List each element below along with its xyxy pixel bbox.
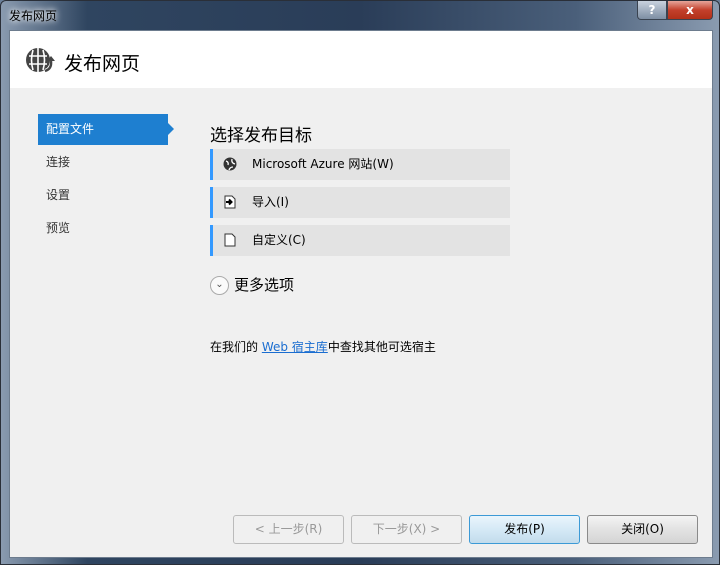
publish-button[interactable]: 发布(P) [469, 515, 580, 544]
dialog-window: 发布网页 ? x 发布网页 配置文件 连接 设置 预览 选择发布目标 Micro… [0, 0, 720, 565]
find-hosts-text: 在我们的 Web 宿主库中查找其他可选宿主 [210, 338, 436, 355]
more-options-toggle[interactable]: ⌄ 更多选项 [210, 275, 294, 295]
document-icon [224, 233, 236, 247]
header-title: 发布网页 [64, 53, 141, 75]
option-label: 导入(I) [252, 195, 289, 209]
web-hosting-gallery-link[interactable]: Web 宿主库 [262, 340, 328, 354]
import-icon [224, 195, 236, 209]
sidebar-item-connection[interactable]: 连接 [38, 147, 168, 178]
option-custom[interactable]: 自定义(C) [210, 225, 510, 256]
previous-button[interactable]: < 上一步(R) [233, 515, 344, 544]
section-heading: 选择发布目标 [210, 126, 312, 146]
option-import[interactable]: 导入(I) [210, 187, 510, 218]
help-button[interactable]: ? [637, 1, 667, 20]
sidebar-item-settings[interactable]: 设置 [38, 180, 168, 211]
find-prefix: 在我们的 [210, 340, 262, 354]
more-options-label: 更多选项 [234, 276, 295, 294]
next-button[interactable]: 下一步(X) > [351, 515, 462, 544]
close-button[interactable]: 关闭(O) [587, 515, 698, 544]
window-title: 发布网页 [9, 9, 58, 23]
azure-globe-icon [223, 157, 237, 171]
globe-publish-icon [26, 48, 55, 73]
option-label: Microsoft Azure 网站(W) [252, 157, 394, 171]
option-label: 自定义(C) [252, 233, 306, 247]
chevron-down-icon: ⌄ [210, 276, 229, 295]
client-area: 发布网页 配置文件 连接 设置 预览 选择发布目标 Microsoft Azur… [9, 30, 713, 558]
close-window-button[interactable]: x [667, 1, 713, 20]
sidebar-item-profile[interactable]: 配置文件 [38, 114, 174, 145]
find-suffix: 中查找其他可选宿主 [327, 340, 436, 354]
header: 发布网页 [10, 31, 712, 88]
option-azure[interactable]: Microsoft Azure 网站(W) [210, 149, 510, 180]
sidebar-item-preview[interactable]: 预览 [38, 213, 168, 244]
